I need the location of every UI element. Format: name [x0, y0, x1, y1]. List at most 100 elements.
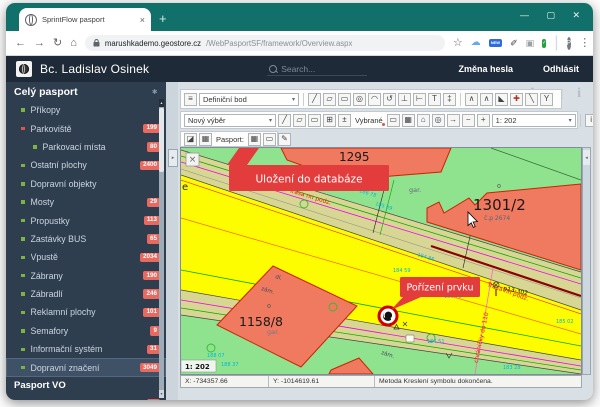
- svg-text:183 28: 183 28: [503, 365, 521, 371]
- home-icon[interactable]: ⌂: [70, 38, 77, 49]
- window-minimize-button[interactable]: —: [520, 10, 529, 20]
- sidebar-item-zabradli[interactable]: Zábradlí246: [6, 285, 166, 303]
- map-canvas[interactable]: 1295 č.p 581 1301/2 č.p 2674 1158/8 gar.…: [180, 147, 582, 375]
- text-tool-icon[interactable]: T: [428, 93, 441, 106]
- collapse-sidebar-handle[interactable]: ▸: [168, 149, 178, 167]
- sidebar-item-semafory[interactable]: Semafory9: [6, 322, 166, 340]
- chrome-menu-icon[interactable]: ⋮: [579, 38, 590, 49]
- pan-icon[interactable]: →: [447, 114, 460, 127]
- pin-icon[interactable]: ∗: [151, 87, 158, 96]
- new-tab-button[interactable]: +: [159, 12, 167, 25]
- sidebar-item-prikopy[interactable]: Příkopy: [6, 101, 166, 119]
- new-extension-icon[interactable]: NEW: [489, 39, 502, 47]
- home-extent-icon[interactable]: ⌂: [417, 114, 430, 127]
- info-icon[interactable]: i: [577, 87, 581, 101]
- selection-mode-select[interactable]: Nový výběr ▾: [184, 114, 276, 127]
- status-y-coordinate: Y: -1014619.61: [269, 376, 375, 387]
- sidebar-item-mosty[interactable]: Mosty29: [6, 193, 166, 211]
- bookmark-star-icon[interactable]: ☆: [453, 38, 463, 49]
- svg-text:×: ×: [189, 155, 197, 165]
- sidebar-item-propustky[interactable]: Propustky113: [6, 211, 166, 229]
- sidebar-item-reklamni-plochy[interactable]: Reklamní plochy101: [6, 303, 166, 321]
- window-maximize-button[interactable]: ▢: [546, 10, 555, 21]
- green-extension-icon[interactable]: ✓: [542, 39, 546, 48]
- reload-icon[interactable]: ↻: [53, 38, 62, 49]
- draw-rectangle-icon[interactable]: ▭: [338, 93, 351, 106]
- angle2-icon[interactable]: ∧: [480, 93, 493, 106]
- traffic-sign-symbol[interactable]: [379, 307, 397, 325]
- vertical-text-icon[interactable]: ‡: [443, 93, 456, 106]
- sidebar-item-parkovaci-mista[interactable]: Parkovací místa80: [6, 138, 166, 156]
- zoom-window-icon[interactable]: ▭: [387, 114, 400, 127]
- sidebar-item-dopravni-objekty[interactable]: Dopravní objekty: [6, 175, 166, 193]
- scale-select[interactable]: 1: 202 ▾: [492, 114, 576, 127]
- draw-polygon-icon[interactable]: ▱: [323, 93, 336, 106]
- tab-title: SprintFlow pasport: [42, 15, 135, 24]
- cloud-extension-icon[interactable]: ☁: [471, 38, 481, 48]
- right-panel-strip[interactable]: [582, 147, 591, 375]
- sidebar-item-vpuste[interactable]: Vpustě2034: [6, 248, 166, 266]
- bullet-icon: [21, 311, 25, 315]
- zoom-out-icon[interactable]: −: [462, 114, 475, 127]
- forward-icon[interactable]: →: [34, 38, 45, 49]
- sidebar-item-parkoviste[interactable]: Parkoviště199: [6, 119, 166, 137]
- svg-text:184 51: 184 51: [427, 339, 445, 345]
- perpendicular2-icon[interactable]: ⊢: [413, 93, 426, 106]
- draw-arc2-icon[interactable]: ↺: [383, 93, 396, 106]
- scroll-down-icon[interactable]: ▾: [159, 390, 164, 398]
- pasport-edit-icon[interactable]: ✎: [278, 133, 291, 146]
- collapse-right-handle[interactable]: ◂: [583, 150, 590, 165]
- measure-icon[interactable]: ╲: [525, 93, 538, 106]
- map-close-button[interactable]: ×: [186, 153, 199, 166]
- sidebar-item-ostatni-plochy[interactable]: Ostatní plochy2400: [6, 156, 166, 174]
- change-password-link[interactable]: Změna hesla: [458, 64, 513, 74]
- draw-mode-select[interactable]: Definiční bod ▾: [199, 93, 299, 106]
- bullet-icon: [21, 274, 25, 278]
- save-database-icon[interactable]: ▦: [199, 133, 212, 146]
- angle-icon[interactable]: ∧: [465, 93, 478, 106]
- add-remove-selection-icon[interactable]: ±: [338, 114, 351, 127]
- select-grid-icon[interactable]: ⊞: [323, 114, 336, 127]
- overview-map-icon[interactable]: ▦: [402, 114, 415, 127]
- sidebar-item-zapinaci-body[interactable]: Zapínací body39: [6, 395, 166, 400]
- sidebar-scrollbar[interactable]: ▴ ▾: [159, 99, 164, 398]
- point-symbol-icon[interactable]: ✚: [510, 93, 523, 106]
- address-bar[interactable]: marushkademo.geostore.cz/WebPasportSF/fr…: [85, 35, 445, 51]
- split-tool-icon[interactable]: Y: [540, 93, 553, 106]
- pasport-toolbar: ◪ ▦ Pasport: ▦ ▭ ✎: [180, 131, 278, 147]
- logout-link[interactable]: Odhlásit: [543, 64, 579, 74]
- pen-extension-icon[interactable]: ✐: [510, 38, 518, 48]
- svg-text:185 02: 185 02: [556, 319, 574, 325]
- profile-avatar[interactable]: P: [567, 37, 572, 50]
- toolbar-menu-icon[interactable]: ≡: [184, 93, 197, 106]
- panel-splitter[interactable]: [166, 82, 178, 400]
- search-input[interactable]: Search...: [267, 63, 367, 76]
- scroll-up-icon[interactable]: ▴: [159, 99, 164, 107]
- draw-circle-icon[interactable]: ◎: [353, 93, 366, 106]
- perpendicular-icon[interactable]: ⊥: [398, 93, 411, 106]
- tab-close-icon[interactable]: ×: [140, 15, 145, 25]
- back-icon[interactable]: ←: [15, 38, 26, 49]
- open-folder-icon[interactable]: ◪: [184, 133, 197, 146]
- center-icon[interactable]: ◎: [432, 114, 445, 127]
- zoom-in-icon[interactable]: +: [477, 114, 490, 127]
- select-rectangle-icon[interactable]: ▭: [308, 114, 321, 127]
- window-close-button[interactable]: ✕: [572, 10, 580, 21]
- sidebar-item-zastavky-bus[interactable]: Zastávky BUS65: [6, 230, 166, 248]
- badge-extension-icon[interactable]: ▣: [526, 38, 535, 48]
- select-line-icon[interactable]: ╱: [278, 114, 291, 127]
- browser-tab[interactable]: SprintFlow pasport ×: [19, 8, 151, 31]
- map-info-icon[interactable]: i: [585, 114, 593, 127]
- sidebar-item-dopravni-znaceni[interactable]: Dopravní značení3049: [6, 358, 166, 376]
- draw-line-icon[interactable]: ╱: [308, 93, 321, 106]
- sidebar-item-zabrany[interactable]: Zábrany190: [6, 267, 166, 285]
- pasport-save-icon[interactable]: ▦: [248, 133, 261, 146]
- status-x-coordinate: X: -734357.66: [181, 376, 269, 387]
- sidebar-item-informacni-system[interactable]: Informační systém31: [6, 340, 166, 358]
- select-polygon-icon[interactable]: ▱: [293, 114, 306, 127]
- scrollbar-thumb[interactable]: [159, 108, 164, 172]
- draw-arc-icon[interactable]: ◠: [368, 93, 381, 106]
- pasport-select-icon[interactable]: ▭: [263, 133, 276, 146]
- triangle-tool-icon[interactable]: ◣: [495, 93, 508, 106]
- svg-text:Uložení do databáze: Uložení do databáze: [255, 174, 362, 186]
